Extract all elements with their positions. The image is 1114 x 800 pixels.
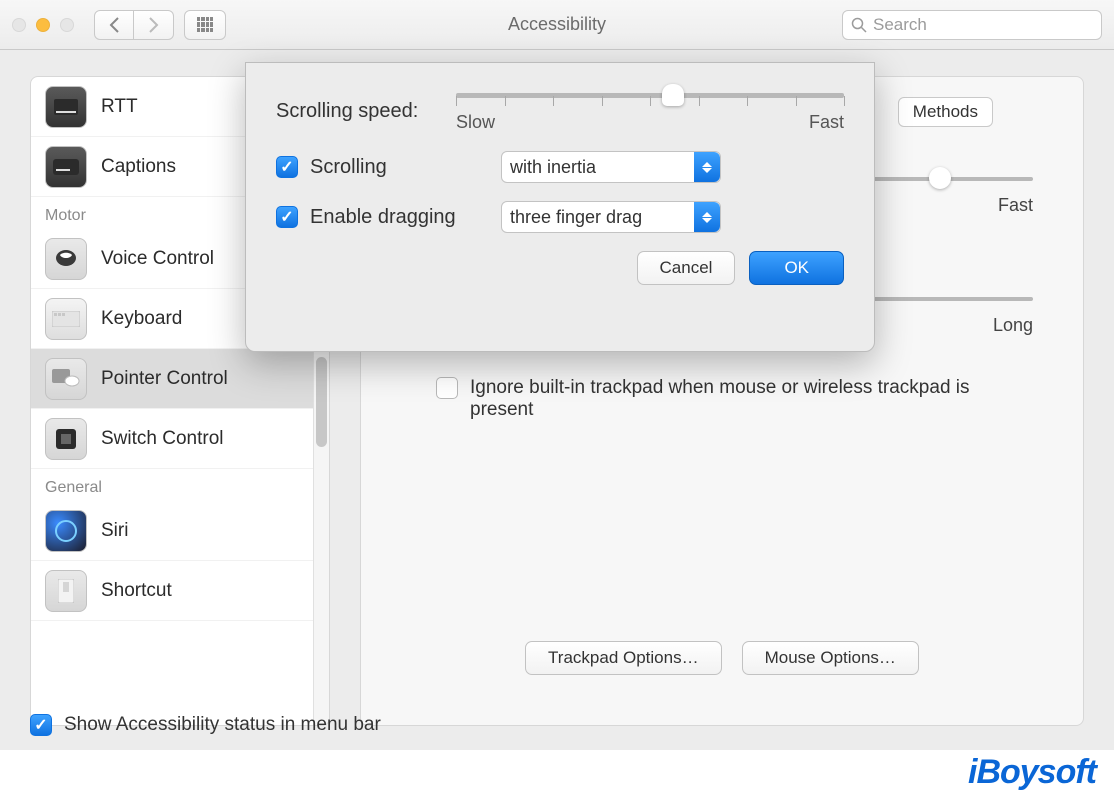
- dragging-row: Enable dragging three finger drag: [276, 201, 844, 233]
- toolbar: Accessibility Search: [0, 0, 1114, 50]
- dragging-select-value: three finger drag: [510, 207, 642, 228]
- slider-thumb[interactable]: [662, 84, 684, 106]
- scrolling-label: Scrolling: [310, 156, 387, 179]
- sidebar-item-label: Voice Control: [101, 248, 214, 270]
- show-all-button[interactable]: [184, 10, 226, 40]
- window-controls: [12, 18, 74, 32]
- minimize-window-icon[interactable]: [36, 18, 50, 32]
- scroll-speed-slider[interactable]: Slow Fast: [456, 89, 844, 133]
- dragging-checkbox[interactable]: [276, 206, 298, 228]
- sidebar-item-label: Pointer Control: [101, 368, 228, 390]
- sidebar-item-label: Captions: [101, 156, 176, 178]
- trackpad-options-button[interactable]: Trackpad Options…: [525, 641, 722, 675]
- chevron-right-icon: [148, 17, 159, 33]
- switch-control-icon: [45, 418, 87, 460]
- back-button[interactable]: [94, 10, 134, 40]
- sidebar-item-pointer-control[interactable]: Pointer Control: [31, 349, 329, 409]
- sidebar-item-label: Siri: [101, 520, 128, 542]
- window-title: Accessibility: [508, 14, 606, 35]
- slider-thumb[interactable]: [929, 167, 951, 189]
- dragging-label: Enable dragging: [310, 206, 456, 229]
- shortcut-icon: [45, 570, 87, 612]
- sidebar-item-label: Switch Control: [101, 428, 224, 450]
- tab-methods[interactable]: Methods: [898, 97, 993, 127]
- sidebar-item-switch-control[interactable]: Switch Control: [31, 409, 329, 469]
- sidebar-item-siri[interactable]: Siri: [31, 501, 329, 561]
- close-window-icon[interactable]: [12, 18, 26, 32]
- sidebar-item-label: Shortcut: [101, 580, 172, 602]
- watermark: iBoysoft: [968, 753, 1096, 792]
- ok-button[interactable]: OK: [749, 251, 844, 285]
- siri-icon: [45, 510, 87, 552]
- search-field[interactable]: Search: [842, 10, 1102, 40]
- menubar-status-row: Show Accessibility status in menu bar: [30, 714, 381, 736]
- slider-label-fast: Fast: [809, 112, 844, 133]
- keyboard-icon: [45, 298, 87, 340]
- slider-label-fast: Fast: [998, 195, 1033, 216]
- voice-control-icon: [45, 238, 87, 280]
- modal-buttons: Cancel OK: [276, 251, 844, 285]
- scrolling-select[interactable]: with inertia: [501, 151, 721, 183]
- ignore-trackpad-row: Ignore built-in trackpad when mouse or w…: [436, 377, 1033, 421]
- pointer-control-icon: [45, 358, 87, 400]
- scrolling-select-value: with inertia: [510, 157, 596, 178]
- grid-icon: [197, 17, 213, 33]
- sidebar-section-general: General: [31, 469, 329, 501]
- select-arrows-icon: [694, 202, 720, 232]
- panel-buttons: Trackpad Options… Mouse Options…: [361, 641, 1083, 675]
- slider-label-slow: Slow: [456, 112, 495, 133]
- ignore-trackpad-checkbox[interactable]: [436, 377, 458, 399]
- scrollbar-thumb[interactable]: [316, 357, 327, 447]
- cancel-button[interactable]: Cancel: [637, 251, 736, 285]
- scrolling-row: Scrolling with inertia: [276, 151, 844, 183]
- sidebar-item-shortcut[interactable]: Shortcut: [31, 561, 329, 621]
- menubar-status-checkbox[interactable]: [30, 714, 52, 736]
- scroll-speed-label: Scrolling speed:: [276, 100, 456, 123]
- select-arrows-icon: [694, 152, 720, 182]
- scrolling-checkbox[interactable]: [276, 156, 298, 178]
- menubar-status-label: Show Accessibility status in menu bar: [64, 714, 381, 736]
- zoom-window-icon[interactable]: [60, 18, 74, 32]
- captions-icon: [45, 146, 87, 188]
- nav-back-forward: [94, 10, 174, 40]
- mouse-options-button[interactable]: Mouse Options…: [742, 641, 919, 675]
- scroll-speed-row: Scrolling speed: Slow Fast: [276, 89, 844, 133]
- rtt-icon: [45, 86, 87, 128]
- slider-label-long: Long: [993, 315, 1033, 336]
- sidebar-item-label: RTT: [101, 96, 138, 118]
- search-placeholder: Search: [873, 15, 927, 35]
- sidebar-item-label: Keyboard: [101, 308, 182, 330]
- search-icon: [851, 17, 867, 33]
- dragging-select[interactable]: three finger drag: [501, 201, 721, 233]
- chevron-left-icon: [109, 17, 120, 33]
- forward-button[interactable]: [134, 10, 174, 40]
- trackpad-options-sheet: Scrolling speed: Slow Fast Scrolling wit…: [245, 62, 875, 352]
- ignore-trackpad-label: Ignore built-in trackpad when mouse or w…: [470, 377, 1033, 421]
